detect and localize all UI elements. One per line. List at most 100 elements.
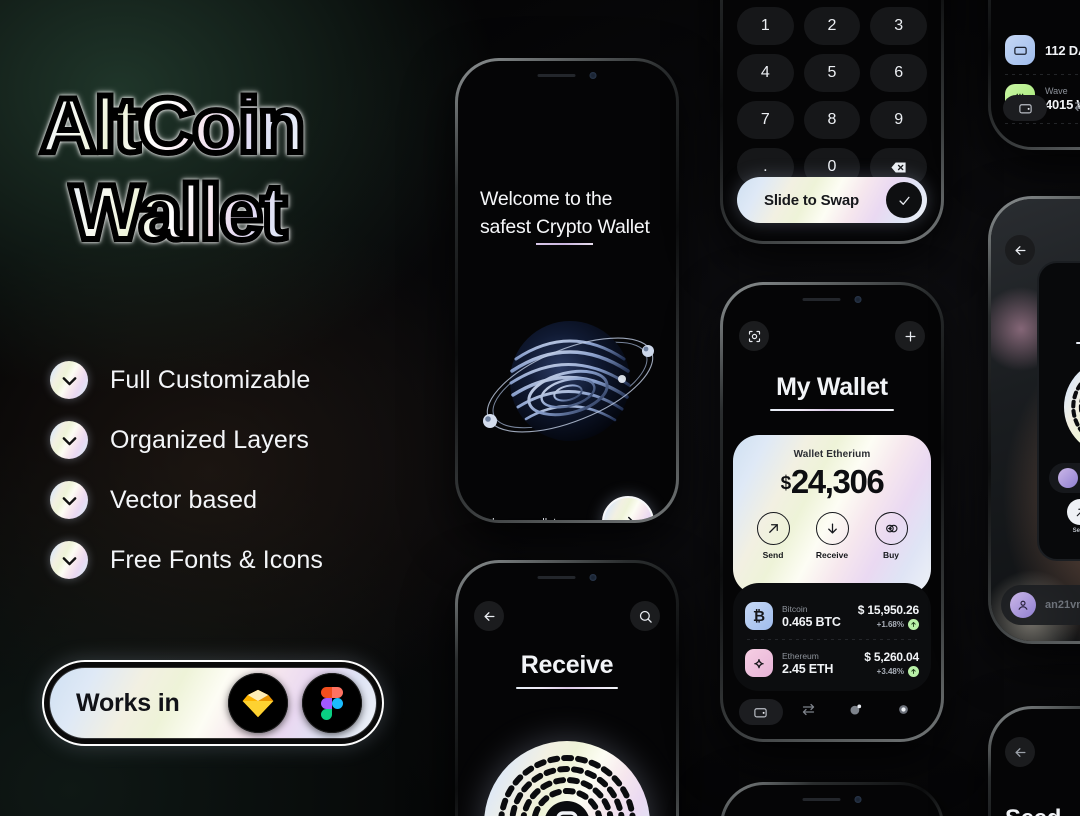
coin-change: +3.48% xyxy=(876,666,904,676)
back-button[interactable] xyxy=(474,601,504,631)
bottom-tab-bar xyxy=(737,699,927,725)
coin-holding: 0.465 BTC xyxy=(782,614,841,629)
wallet-address: an21vn xyxy=(1045,599,1080,611)
phone-keypad-screen: 1 2 3 4 5 6 7 8 9 . 0 Slide to Swap xyxy=(720,0,944,244)
works-in-badge: Works in xyxy=(42,660,384,746)
phone-partial-right-top: 112 DAH Wave 4015 W xyxy=(988,0,1080,150)
divider xyxy=(1005,123,1080,124)
feature-label: Vector based xyxy=(110,485,258,514)
feature-label: Full Customizable xyxy=(110,365,311,394)
feature-item: Free Fonts & Icons xyxy=(50,530,323,590)
bitcoin-icon: ₿ xyxy=(745,602,773,630)
add-wallet-button[interactable] xyxy=(895,321,925,351)
next-button[interactable] xyxy=(602,496,654,520)
search-icon xyxy=(639,610,652,623)
key-2[interactable]: 2 xyxy=(803,7,861,45)
ethereum-icon: ⟡ xyxy=(745,649,773,677)
slide-to-swap-label: Slide to Swap xyxy=(764,191,859,209)
back-button[interactable] xyxy=(1005,235,1035,265)
coin-row[interactable]: ⟡ Ethereum 2.45 ETH $ 5,260.04 +3.48% xyxy=(745,644,919,682)
key-5[interactable]: 5 xyxy=(803,54,861,92)
buy-action[interactable]: Buy xyxy=(874,512,908,560)
phone-notch xyxy=(537,574,597,581)
wallet-actions: Send Receive Buy xyxy=(743,512,921,560)
arrow-left-icon xyxy=(1015,747,1025,757)
sidebar-item-stats[interactable] xyxy=(832,702,880,722)
title-underline xyxy=(1076,342,1080,344)
phone-my-wallet-screen: My Wallet Wallet Etherium $ 24,306 Send xyxy=(720,282,944,742)
arrow-left-icon xyxy=(484,611,494,621)
wallet-icon[interactable] xyxy=(1003,95,1047,121)
brand-logo: AltCoin Wallet xyxy=(37,83,308,254)
arrow-down-icon xyxy=(815,512,849,545)
swap-arrows-icon[interactable] xyxy=(1073,98,1080,118)
coin-holding: 2.45 ETH xyxy=(782,661,834,676)
arrow-up-right-icon xyxy=(756,512,790,545)
backspace-icon xyxy=(891,162,906,172)
avatar xyxy=(1058,468,1078,488)
trend-up-icon xyxy=(908,665,919,677)
mockup-inner-phone: My W ••••• Send xyxy=(1037,261,1080,561)
key-9[interactable]: 9 xyxy=(870,101,927,139)
key-1[interactable]: 1 xyxy=(737,7,794,45)
feature-list: Full Customizable Organized Layers Vecto… xyxy=(50,350,323,590)
phone-notch xyxy=(537,72,597,79)
slide-to-swap-slider[interactable]: Slide to Swap xyxy=(737,177,927,223)
coin-list: ₿ Bitcoin 0.465 BTC $ 15,950.26 +1.68% ⟡… xyxy=(733,583,931,691)
phone-partial-right-bottom: Seed xyxy=(988,706,1080,816)
key-3[interactable]: 3 xyxy=(870,7,927,45)
works-in-label: Works in xyxy=(76,688,180,717)
sketch-icon xyxy=(228,673,288,733)
back-button[interactable] xyxy=(1005,737,1035,767)
feature-item: Full Customizable xyxy=(50,350,323,410)
key-8[interactable]: 8 xyxy=(803,101,861,139)
welcome-heading: Welcome to the safest Crypto Wallet xyxy=(480,186,660,246)
swap-arrows-icon xyxy=(801,702,816,722)
check-icon xyxy=(50,541,88,579)
send-label: Send xyxy=(762,550,784,560)
arrow-up-right-icon[interactable] xyxy=(1067,499,1080,525)
balance-amount: 24,306 xyxy=(790,463,885,500)
feature-item: Vector based xyxy=(50,470,323,530)
phone-partial-right-mid: My W ••••• Send xyxy=(988,196,1080,644)
pie-chart-icon xyxy=(848,702,863,722)
phone-receive-screen: Receive xyxy=(455,560,679,816)
wallet-token-icon xyxy=(1005,35,1035,65)
wallet-icon xyxy=(738,699,783,725)
qr-code-circular[interactable] xyxy=(484,741,650,816)
buy-coins-icon xyxy=(874,512,908,545)
trend-up-icon xyxy=(908,618,919,630)
token-row[interactable]: 112 DAH xyxy=(991,29,1080,71)
send-action[interactable]: Send xyxy=(756,512,790,560)
key-6[interactable]: 6 xyxy=(870,54,927,92)
send-label: Send xyxy=(1072,528,1080,534)
slide-knob[interactable] xyxy=(886,182,922,218)
divider xyxy=(747,639,917,640)
address-pill[interactable]: an21vn xyxy=(1001,585,1080,625)
coin-value: $ 15,950.26 xyxy=(857,602,919,617)
key-7[interactable]: 7 xyxy=(737,101,794,139)
coin-row[interactable]: ₿ Bitcoin 0.465 BTC $ 15,950.26 +1.68% xyxy=(745,597,919,635)
coin-name: Ethereum xyxy=(782,650,819,661)
coin-value: $ 5,260.04 xyxy=(864,649,919,664)
page-title: Seed xyxy=(1005,805,1061,816)
coin-name: Bitcoin xyxy=(782,603,808,614)
feature-label: Free Fonts & Icons xyxy=(110,545,323,574)
sidebar-item-swap[interactable] xyxy=(785,702,833,722)
feature-label: Organized Layers xyxy=(110,425,309,454)
check-icon xyxy=(50,481,88,519)
i-have-a-wallet-link[interactable]: I have a wallet xyxy=(486,517,556,520)
search-button[interactable] xyxy=(630,601,660,631)
page-title: My Wallet xyxy=(776,373,888,401)
check-icon xyxy=(898,196,910,205)
receive-label: Receive xyxy=(815,550,849,560)
qr-code-icon xyxy=(1071,381,1080,433)
sidebar-item-settings[interactable] xyxy=(880,702,928,722)
key-4[interactable]: 4 xyxy=(737,54,794,92)
qr-code-circular xyxy=(1064,359,1080,455)
scan-button[interactable] xyxy=(739,321,769,351)
arrow-left-icon xyxy=(1015,245,1025,255)
sidebar-item-wallet[interactable] xyxy=(737,699,785,725)
receive-action[interactable]: Receive xyxy=(815,512,849,560)
wallet-balance-card: Wallet Etherium $ 24,306 Send Receive Bu… xyxy=(733,435,931,595)
